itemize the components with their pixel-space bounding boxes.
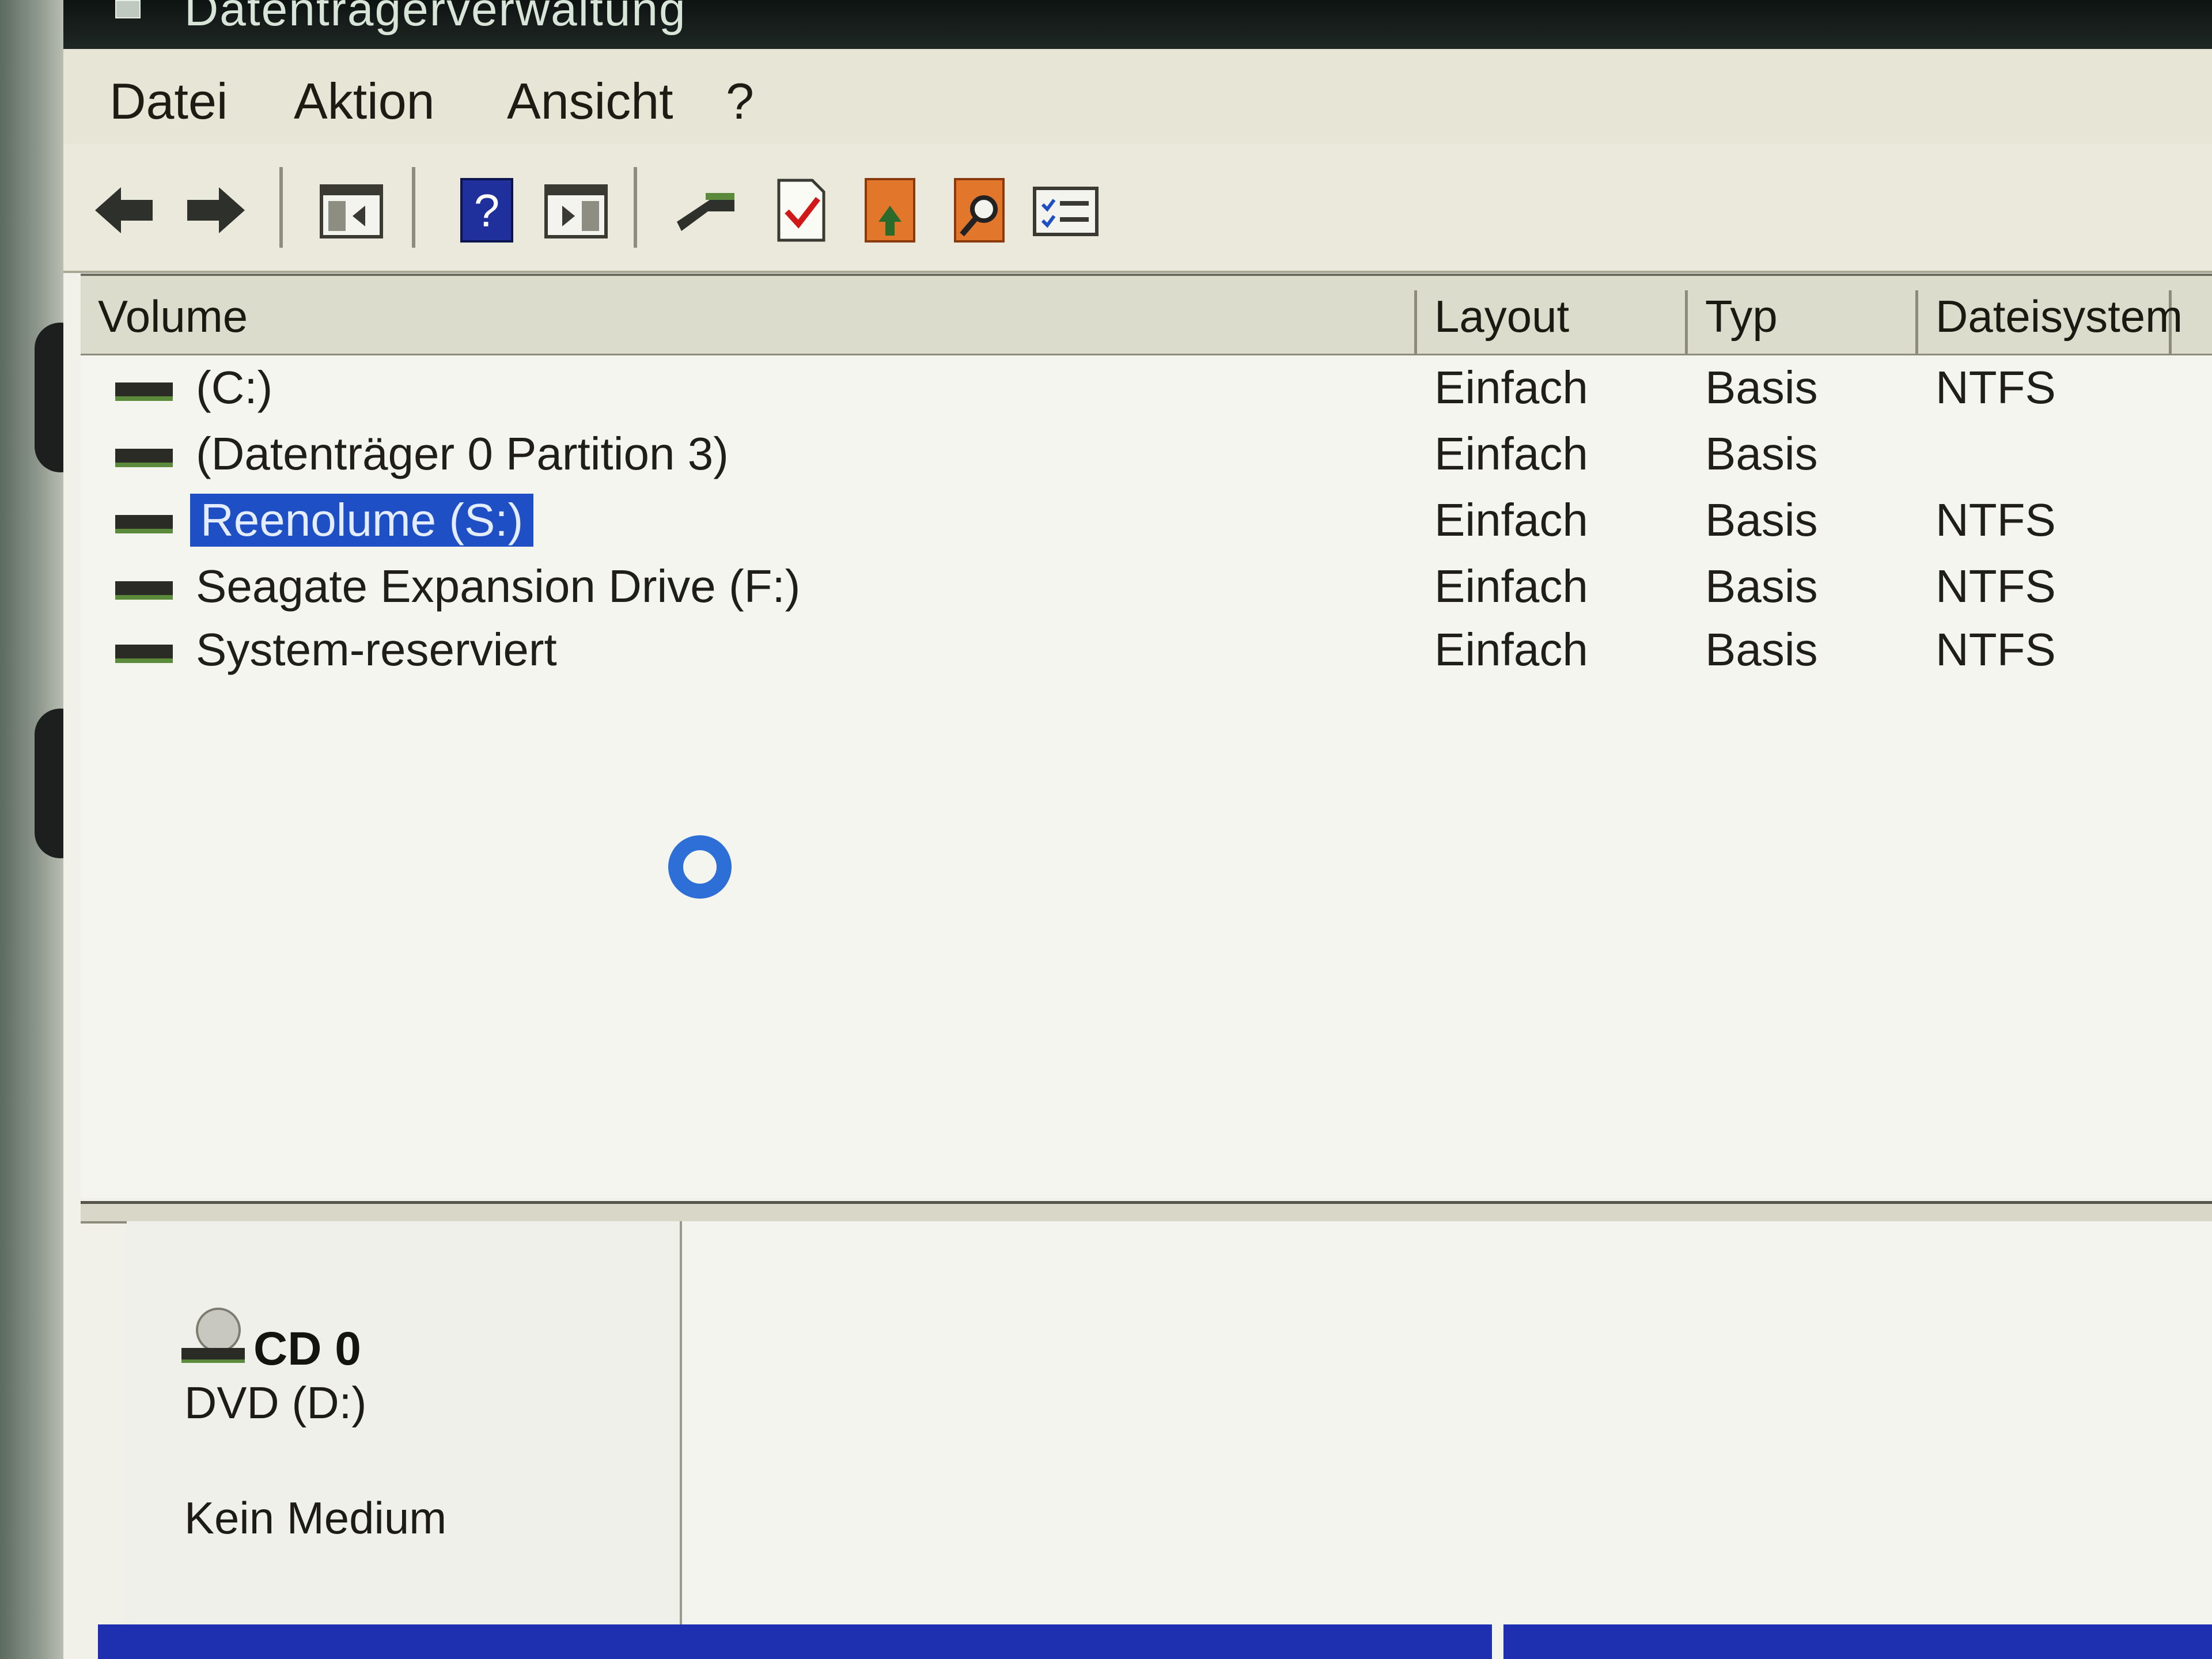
toolbar-separator bbox=[412, 167, 415, 248]
volume-fs: NTFS bbox=[1936, 624, 2056, 675]
disk-info[interactable]: CD 0 DVD (D:) Kein Medium bbox=[127, 1221, 682, 1659]
menu-datei[interactable]: Datei bbox=[109, 72, 228, 131]
app-icon bbox=[115, 0, 141, 18]
volume-layout: Einfach bbox=[1434, 560, 1588, 612]
volume-fs: NTFS bbox=[1936, 560, 2056, 612]
disk-name: CD 0 bbox=[253, 1323, 361, 1375]
drive-icon bbox=[115, 382, 173, 401]
volume-typ: Basis bbox=[1705, 428, 1818, 479]
volume-name: (C:) bbox=[196, 362, 273, 413]
volume-layout: Einfach bbox=[1434, 624, 1588, 675]
properties-check-icon[interactable] bbox=[766, 176, 835, 245]
table-row[interactable]: (C:) Einfach Basis NTFS bbox=[81, 357, 2212, 420]
volume-fs: NTFS bbox=[1936, 362, 2056, 413]
toolbar-separator bbox=[279, 167, 283, 248]
drive-icon bbox=[115, 449, 173, 467]
menu-ansicht[interactable]: Ansicht bbox=[507, 72, 673, 131]
title-bar: Datenträgerverwaltung bbox=[63, 0, 2212, 49]
disk-management-window: Datenträgerverwaltung Datei Aktion Ansic… bbox=[63, 0, 2212, 1659]
disk-status: Kein Medium bbox=[184, 1493, 447, 1543]
connect-disk-icon[interactable] bbox=[671, 176, 740, 245]
column-header-dateisystem[interactable]: Dateisystem bbox=[1918, 290, 2183, 354]
volume-typ: Basis bbox=[1705, 494, 1818, 546]
toolbar: ? bbox=[63, 144, 2212, 273]
volume-typ: Basis bbox=[1705, 560, 1818, 612]
back-icon[interactable] bbox=[89, 176, 158, 245]
volume-typ: Basis bbox=[1705, 362, 1818, 413]
volume-name: (Datenträger 0 Partition 3) bbox=[196, 428, 729, 479]
disk-panel: CD 0 DVD (D:) Kein Medium bbox=[127, 1221, 2212, 1659]
action-pane-icon[interactable] bbox=[541, 176, 611, 245]
table-row-selected[interactable]: Reenolume (S:) Einfach Basis NTFS bbox=[81, 489, 2212, 552]
menu-bar: Datei Aktion Ansicht ? bbox=[63, 49, 2212, 144]
console-tree-icon[interactable] bbox=[317, 176, 386, 245]
window-title: Datenträgerverwaltung bbox=[184, 0, 687, 36]
svg-text:?: ? bbox=[474, 185, 500, 236]
pane-splitter[interactable] bbox=[81, 1201, 2212, 1224]
table-row[interactable]: Seagate Expansion Drive (F:) Einfach Bas… bbox=[81, 555, 2212, 619]
cd-drive-icon bbox=[196, 1308, 241, 1353]
menu-aktion[interactable]: Aktion bbox=[294, 72, 435, 131]
drive-icon bbox=[115, 645, 173, 663]
column-header-layout[interactable]: Layout bbox=[1417, 290, 1688, 354]
column-header-typ[interactable]: Typ bbox=[1688, 290, 1918, 354]
volume-name: System-reserviert bbox=[196, 624, 557, 675]
volume-layout: Einfach bbox=[1434, 428, 1588, 479]
toolbar-separator bbox=[634, 167, 637, 248]
column-header-volume[interactable]: Volume bbox=[81, 290, 1417, 354]
settings-list-icon[interactable] bbox=[1031, 176, 1100, 245]
volume-list: Volume Layout Typ Dateisystem (C:) Einfa… bbox=[81, 274, 2212, 1198]
drive-bar-icon bbox=[181, 1348, 245, 1363]
drive-icon bbox=[115, 515, 173, 533]
table-row[interactable]: System-reserviert Einfach Basis NTFS bbox=[81, 619, 2212, 682]
volume-layout: Einfach bbox=[1434, 494, 1588, 546]
forward-icon[interactable] bbox=[181, 176, 251, 245]
volume-bar[interactable] bbox=[98, 1624, 1492, 1659]
volume-name: Reenolume (S:) bbox=[190, 494, 534, 547]
volume-name: Seagate Expansion Drive (F:) bbox=[196, 560, 801, 612]
table-row[interactable]: (Datenträger 0 Partition 3) Einfach Basi… bbox=[81, 423, 2212, 486]
rescan-disks-icon[interactable] bbox=[855, 176, 925, 245]
disk-volume-area[interactable] bbox=[682, 1221, 2212, 1659]
help-icon[interactable]: ? bbox=[452, 176, 521, 245]
loading-spinner-icon bbox=[668, 835, 732, 899]
volume-bar[interactable] bbox=[1503, 1624, 2212, 1659]
disk-type: DVD (D:) bbox=[184, 1377, 367, 1428]
list-header: Volume Layout Typ Dateisystem bbox=[81, 276, 2212, 355]
volume-fs: NTFS bbox=[1936, 494, 2056, 546]
drive-icon bbox=[115, 581, 173, 600]
menu-help[interactable]: ? bbox=[726, 72, 754, 131]
volume-typ: Basis bbox=[1705, 624, 1818, 675]
volume-layout: Einfach bbox=[1434, 362, 1588, 413]
search-disk-icon[interactable] bbox=[945, 176, 1014, 245]
